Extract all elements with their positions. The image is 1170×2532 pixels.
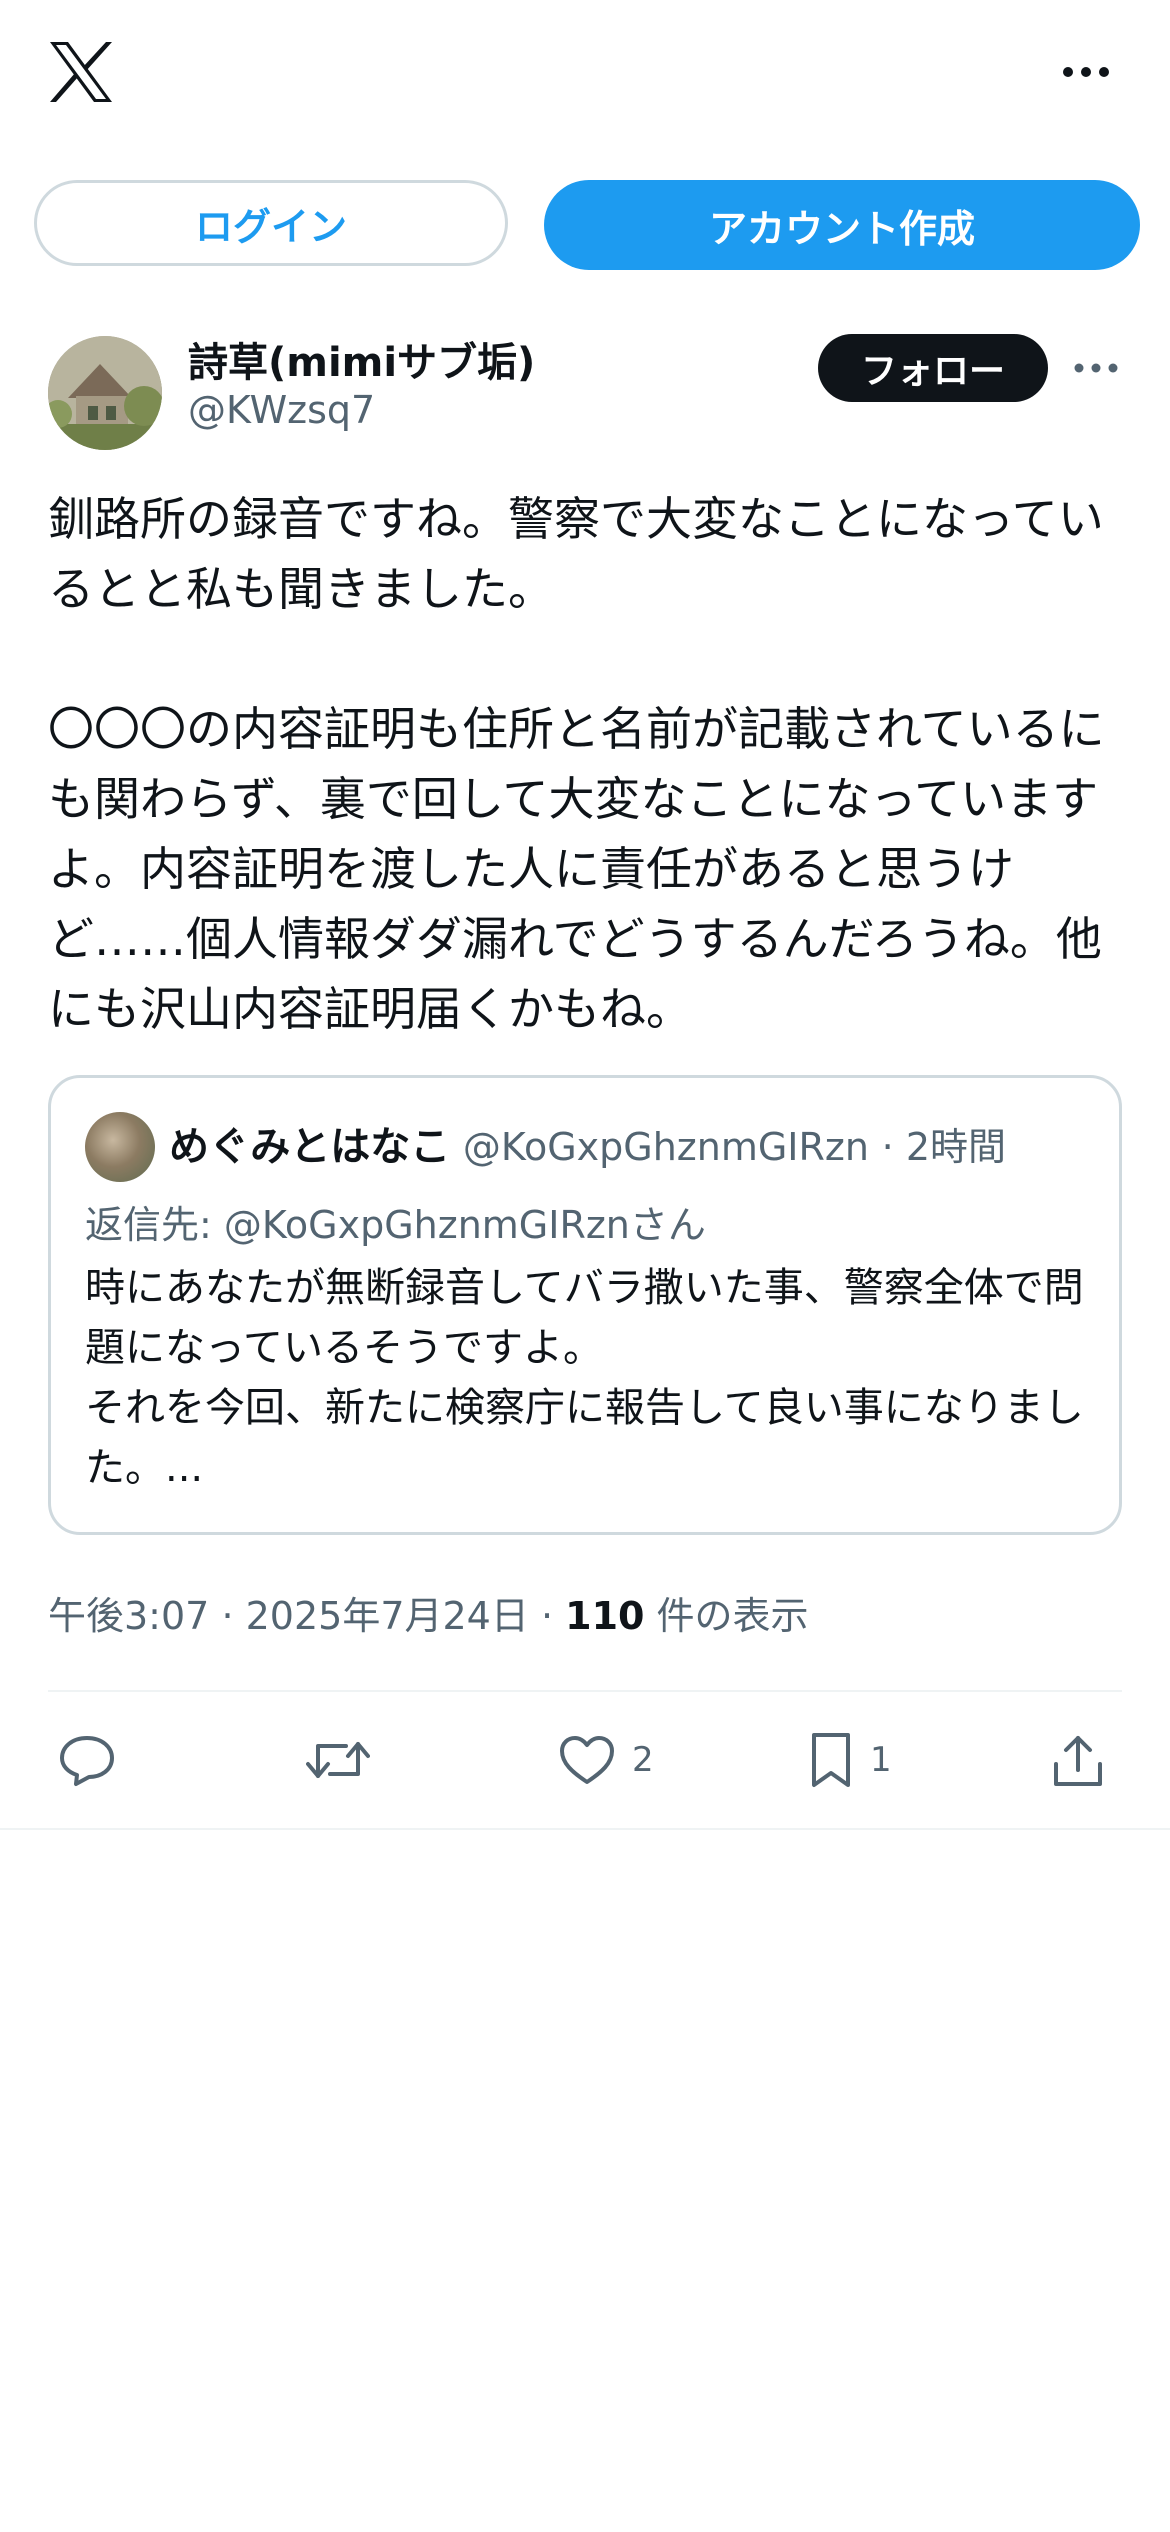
retweet-icon [306, 1734, 370, 1786]
like-count: 2 [632, 1740, 654, 1780]
quoted-tweet-header: めぐみとはなこ @KoGxpGhznmGIRzn · 2時間 [169, 1114, 1006, 1172]
views-label: 件の表示 [656, 1594, 809, 1638]
tweet-date[interactable]: 2025年7月24日 [246, 1594, 529, 1638]
reply-to-line: 返信先: @KoGxpGhznmGIRznさん [85, 1194, 706, 1249]
bookmark-count: 1 [870, 1740, 892, 1780]
bookmark-icon [808, 1731, 854, 1789]
like-button[interactable]: 2 [558, 1720, 654, 1800]
quoted-tweet-time: 2時間 [905, 1125, 1006, 1169]
quoted-author-name: めぐみとはなこ [169, 1124, 451, 1170]
more-horizontal-icon[interactable] [1070, 350, 1122, 386]
tweet-meta: 午後3:07 · 2025年7月24日 · 110 件の表示 [48, 1585, 809, 1640]
share-button[interactable] [1052, 1720, 1104, 1800]
divider [0, 1828, 1170, 1830]
tweet-actions: 2 1 [48, 1720, 1122, 1800]
separator-dot: · [881, 1125, 906, 1169]
heart-icon [558, 1734, 616, 1786]
share-icon [1052, 1732, 1104, 1788]
bookmark-button[interactable]: 1 [808, 1720, 892, 1800]
author-name[interactable]: 詩草(mimiサブ垢) [188, 330, 535, 388]
separator-dot: · [540, 1594, 566, 1638]
quoted-author-avatar [85, 1112, 155, 1182]
login-button[interactable]: ログイン [34, 180, 508, 266]
x-logo-icon[interactable] [48, 40, 114, 104]
author-handle[interactable]: @KWzsq7 [188, 388, 375, 432]
separator-dot: · [221, 1594, 246, 1638]
auth-buttons: ログイン アカウント作成 [34, 180, 1140, 270]
follow-button[interactable]: フォロー [818, 334, 1048, 402]
reply-handle: @KoGxpGhznmGIRznさん [223, 1203, 706, 1247]
quoted-author-handle: @KoGxpGhznmGIRzn [462, 1125, 869, 1169]
reply-icon [58, 1732, 116, 1788]
tweet-time[interactable]: 午後3:07 [48, 1594, 209, 1638]
tweet-text: 釧路所の録音ですね。警察で大変なことになっているとと私も聞きました。 〇〇〇の内… [48, 492, 1105, 1036]
author-avatar[interactable] [48, 336, 162, 450]
retweet-button[interactable] [306, 1720, 370, 1800]
more-horizontal-icon[interactable] [1058, 52, 1114, 92]
views-count: 110 [565, 1594, 645, 1638]
divider [48, 1690, 1122, 1692]
reply-prefix: 返信先: [85, 1203, 224, 1247]
reply-button[interactable] [58, 1720, 116, 1800]
tweet-author: 詩草(mimiサブ垢) @KWzsq7 フォロー [48, 330, 1122, 450]
quoted-tweet[interactable]: めぐみとはなこ @KoGxpGhznmGIRzn · 2時間 返信先: @KoG… [48, 1075, 1122, 1535]
signup-button[interactable]: アカウント作成 [544, 180, 1140, 270]
quoted-tweet-text: 時にあなたが無断録音してバラ撒いた事、警察全体で問題になっているそうですよ。 そ… [85, 1265, 1084, 1491]
top-bar [0, 0, 1170, 150]
